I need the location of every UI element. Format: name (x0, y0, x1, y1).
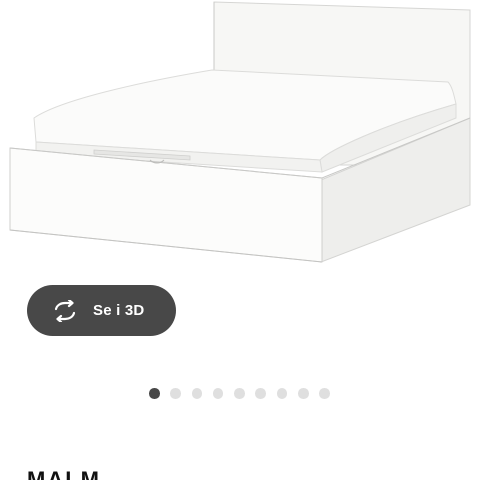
carousel-dot[interactable] (276, 388, 288, 399)
product-page: Se i 3D MALM (0, 0, 480, 480)
rotate-3d-icon (54, 299, 76, 322)
view-in-3d-label: Se i 3D (93, 302, 145, 319)
product-title: MALM (27, 467, 101, 480)
carousel-dot[interactable] (319, 388, 330, 399)
carousel-dot[interactable] (149, 388, 160, 399)
carousel-dot[interactable] (255, 388, 266, 399)
image-carousel-indicator (149, 388, 330, 399)
view-in-3d-button[interactable]: Se i 3D (27, 285, 176, 336)
carousel-dot[interactable] (212, 388, 224, 399)
carousel-dot[interactable] (234, 388, 245, 399)
product-image[interactable] (0, 0, 480, 275)
carousel-dot[interactable] (170, 388, 181, 399)
carousel-dot[interactable] (298, 388, 309, 399)
carousel-dot[interactable] (191, 388, 203, 399)
